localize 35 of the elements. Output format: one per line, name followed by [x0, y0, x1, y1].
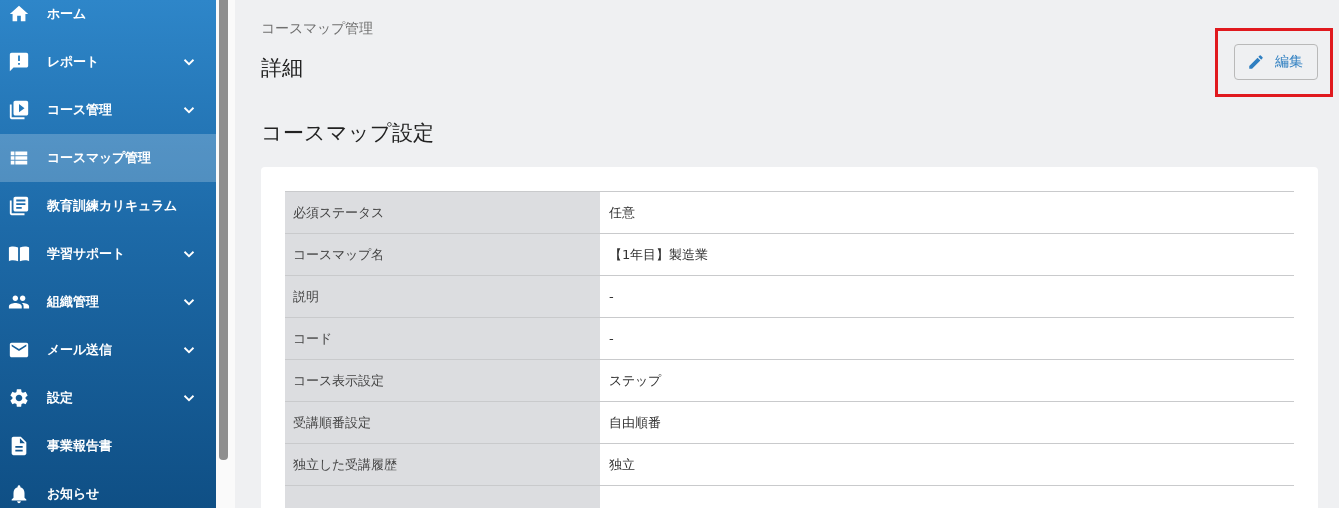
table-cell: -: [600, 317, 1294, 360]
sidebar-item[interactable]: 設定: [0, 374, 216, 422]
comment-alert-icon: [8, 51, 30, 73]
video-library-icon: [8, 99, 30, 121]
sidebar-item[interactable]: レポート: [0, 38, 216, 86]
document-stack-icon: [8, 195, 30, 217]
section-title: コースマップ設定: [261, 120, 435, 147]
settings-icon: [8, 387, 30, 409]
table-header-cell: コード: [285, 317, 600, 360]
table-cell: -: [600, 275, 1294, 318]
sidebar-item[interactable]: 学習サポート: [0, 230, 216, 278]
sidebar-item[interactable]: コース管理: [0, 86, 216, 134]
table-cell: 独立: [600, 443, 1294, 486]
table-cell: ステップ: [600, 359, 1294, 402]
sidebar-item[interactable]: コースマップ管理: [0, 134, 216, 182]
table-cell: 任意: [600, 191, 1294, 234]
pencil-icon: [1247, 53, 1265, 71]
table-cell: 【1年目】製造業: [600, 233, 1294, 276]
edit-button[interactable]: 編集: [1234, 44, 1318, 80]
table-header-cell: コース表示設定: [285, 359, 600, 402]
sidebar-item[interactable]: お知らせ: [0, 470, 216, 508]
sidebar-item[interactable]: メール送信: [0, 326, 216, 374]
table-header-cell: コースマップ名: [285, 233, 600, 276]
breadcrumb: コースマップ管理: [261, 20, 373, 38]
scrollbar-thumb[interactable]: [219, 0, 228, 460]
sidebar-item[interactable]: 事業報告書: [0, 422, 216, 470]
page-title: 詳細: [261, 55, 304, 82]
table-header-cell: 独立した受講履歴: [285, 443, 600, 486]
table-header-cell: 説明: [285, 275, 600, 318]
sidebar-item[interactable]: 組織管理: [0, 278, 216, 326]
table-cell: 自由順番: [600, 401, 1294, 444]
table-header-cell: 必須ステータス: [285, 191, 600, 234]
sidebar-item[interactable]: ホーム: [0, 0, 216, 38]
sidebar-item[interactable]: 教育訓練カリキュラム: [0, 182, 216, 230]
table-header-cell: 受講順番設定: [285, 401, 600, 444]
